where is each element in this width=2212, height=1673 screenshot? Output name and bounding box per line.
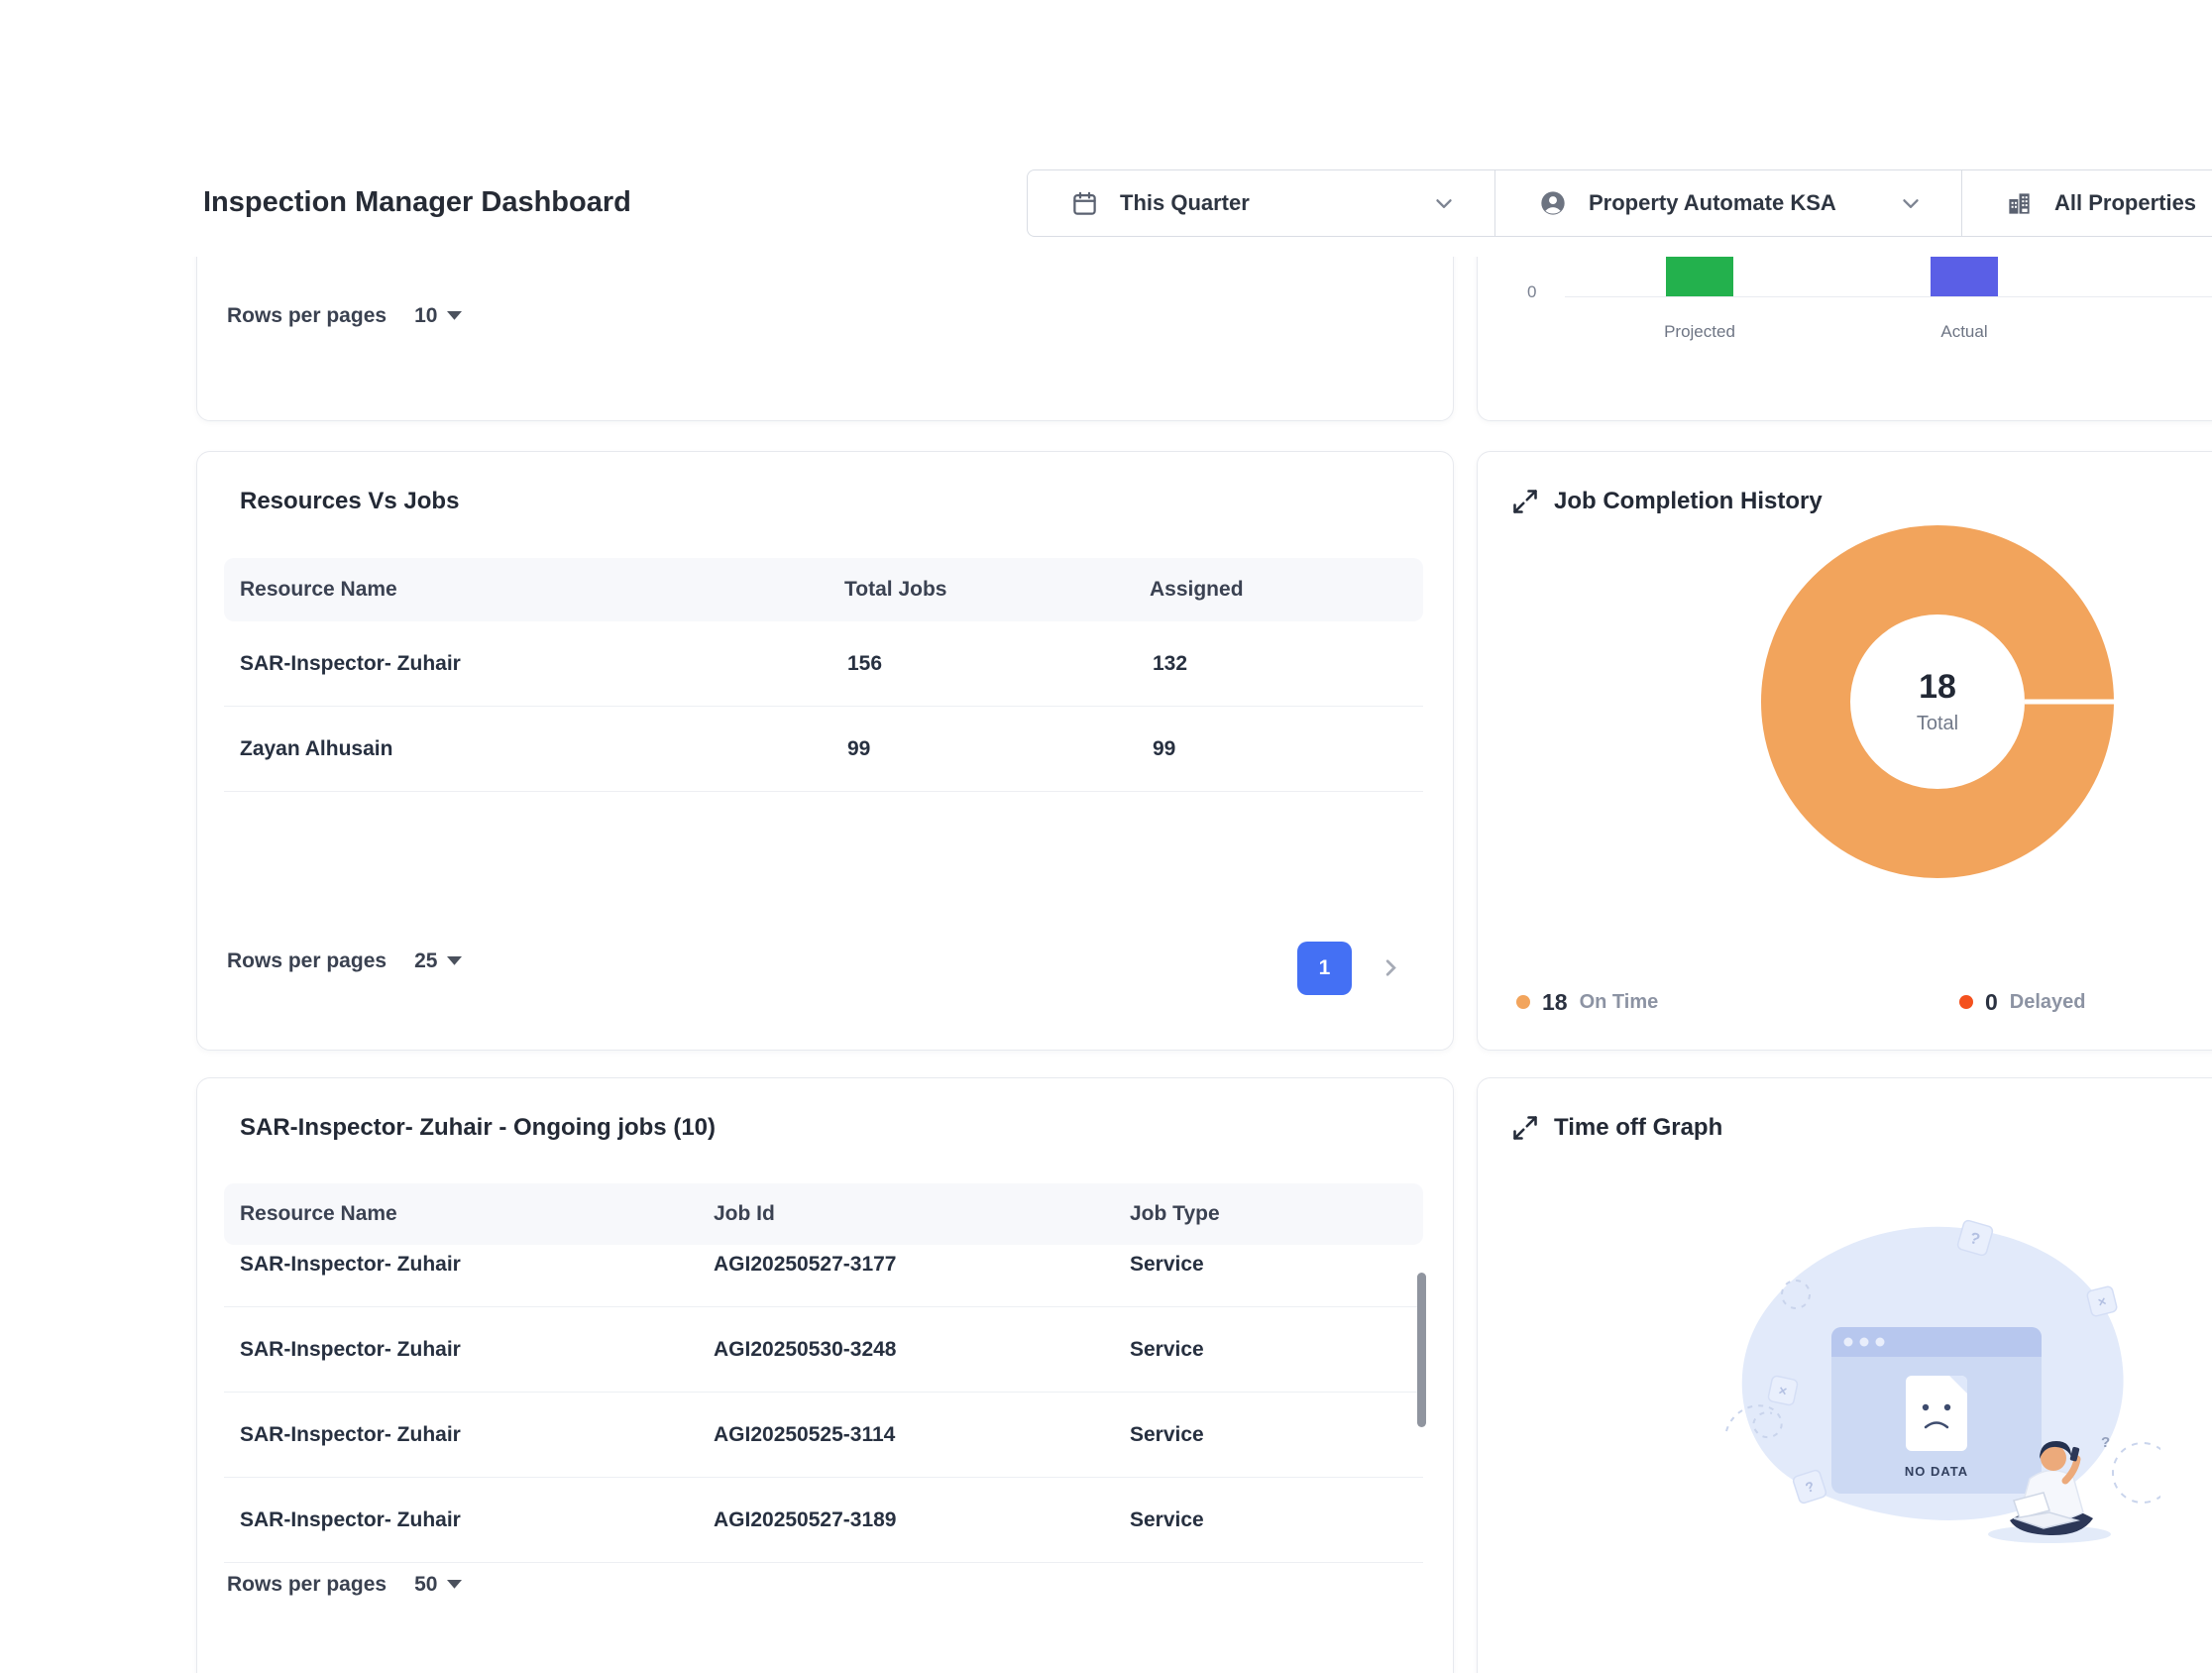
table-body-scrollarea[interactable]: SAR-Inspector- Zuhair AGI20250527-3177 S… (224, 1245, 1423, 1564)
chevron-down-icon (1431, 190, 1457, 216)
rows-per-page-value: 50 (414, 1573, 437, 1597)
expand-button[interactable] (1510, 1114, 1540, 1144)
legend-label: Delayed (2010, 991, 2086, 1014)
page-title: Inspection Manager Dashboard (203, 186, 631, 219)
card-title: Job Completion History (1554, 488, 1823, 515)
y-axis-zero-tick: 0 (1527, 282, 1536, 302)
rows-per-page-selector[interactable]: Rows per pages 50 (227, 1573, 462, 1597)
cell-total-jobs: 99 (847, 707, 870, 792)
caret-down-icon (447, 1580, 462, 1590)
cell-job-id: AGI20250527-3189 (714, 1478, 896, 1563)
building-icon (2006, 190, 2033, 217)
table-row: SAR-Inspector- Zuhair AGI20250525-3114 S… (224, 1393, 1423, 1478)
filter-company-dropdown[interactable]: Property Automate KSA (1494, 169, 1962, 237)
cell-job-type: Service (1130, 1478, 1204, 1563)
page-1-button[interactable]: 1 (1297, 942, 1352, 995)
cell-job-type: Service (1130, 1393, 1204, 1478)
no-data-illustration: ? × × ? NO DATA ? (1701, 1183, 2160, 1548)
filter-period-label: This Quarter (1120, 190, 1250, 216)
legend-on-time: 18 On Time (1516, 985, 1658, 1019)
col-total-jobs: Total Jobs (844, 558, 946, 621)
top-header: Inspection Manager Dashboard This Quarte… (0, 0, 2212, 257)
resources-vs-jobs-card: Resources Vs Jobs Resource Name Total Jo… (196, 451, 1454, 1051)
table-row: SAR-Inspector- Zuhair 156 132 (224, 621, 1423, 707)
rows-per-page-selector[interactable]: Rows per pages 10 (227, 304, 462, 328)
account-icon (1539, 189, 1567, 217)
legend-dot-on-time (1516, 995, 1530, 1009)
card-title: Time off Graph (1554, 1114, 1722, 1142)
legend-delayed: 0 Delayed (1959, 985, 2086, 1019)
rows-per-page-value: 10 (414, 304, 437, 328)
x-axis-line (1565, 296, 2212, 297)
no-data-text: NO DATA (1905, 1464, 1968, 1479)
card-title: SAR-Inspector- Zuhair - Ongoing jobs (10… (240, 1114, 716, 1142)
bar-label-projected: Projected (1630, 322, 1769, 342)
col-resource-name: Resource Name (240, 1183, 397, 1245)
legend-dot-delayed (1959, 995, 1973, 1009)
cell-resource-name: SAR-Inspector- Zuhair (240, 621, 461, 707)
cell-job-type: Service (1130, 1307, 1204, 1393)
legend-label: On Time (1580, 991, 1659, 1014)
bar-label-actual: Actual (1895, 322, 2034, 342)
expand-icon (1511, 488, 1539, 515)
col-job-id: Job Id (714, 1183, 775, 1245)
cell-job-id: AGI20250527-3177 (714, 1245, 896, 1307)
table-header: Resource Name Job Id Job Type (224, 1183, 1423, 1245)
filter-company-label: Property Automate KSA (1589, 190, 1836, 216)
cell-resource-name: SAR-Inspector- Zuhair (240, 1307, 461, 1393)
legend-value: 0 (1985, 989, 1998, 1016)
cell-assigned: 132 (1153, 621, 1187, 707)
cell-resource-name: Zayan Alhusain (240, 707, 392, 792)
col-assigned: Assigned (1150, 558, 1244, 621)
calendar-icon (1071, 190, 1098, 217)
rows-per-page-value: 25 (414, 949, 437, 973)
table-row: SAR-Inspector- Zuhair AGI20250527-3177 S… (224, 1245, 1423, 1307)
next-page-icon[interactable] (1378, 954, 1404, 981)
table-row: Zayan Alhusain 99 99 (224, 707, 1423, 792)
cell-resource-name: SAR-Inspector- Zuhair (240, 1393, 461, 1478)
expand-button[interactable] (1510, 488, 1540, 517)
card-title: Resources Vs Jobs (240, 488, 459, 515)
caret-down-icon (447, 311, 462, 321)
expand-icon (1511, 1114, 1539, 1142)
table-row: SAR-Inspector- Zuhair AGI20250530-3248 S… (224, 1307, 1423, 1393)
table-header: Resource Name Total Jobs Assigned (224, 558, 1423, 621)
cell-assigned: 99 (1153, 707, 1175, 792)
donut-chart: 18 Total (1761, 525, 2114, 878)
caret-down-icon (447, 956, 462, 966)
donut-total-label: Total (1917, 713, 1958, 735)
table-row: SAR-Inspector- Zuhair AGI20250527-3189 S… (224, 1478, 1423, 1563)
col-resource-name: Resource Name (240, 558, 397, 621)
legend-value: 18 (1542, 989, 1568, 1016)
cell-job-id: AGI20250525-3114 (714, 1393, 895, 1478)
job-completion-card: Job Completion History 18 Total 18 On Ti… (1477, 451, 2212, 1051)
rows-per-page-label: Rows per pages (227, 949, 387, 973)
filter-properties-dropdown[interactable]: All Properties (1961, 169, 2212, 237)
col-job-type: Job Type (1130, 1183, 1220, 1245)
donut-total-value: 18 (1919, 668, 1956, 707)
cell-job-id: AGI20250530-3248 (714, 1307, 896, 1393)
rows-per-page-selector[interactable]: Rows per pages 25 (227, 949, 462, 973)
filter-period-dropdown[interactable]: This Quarter (1027, 169, 1495, 237)
cell-job-type: Service (1130, 1245, 1204, 1307)
rows-per-page-label: Rows per pages (227, 304, 387, 328)
cell-total-jobs: 156 (847, 621, 882, 707)
table-body: SAR-Inspector- Zuhair 156 132 Zayan Alhu… (224, 621, 1423, 792)
time-off-card: Time off Graph ? × × ? (1477, 1077, 2212, 1673)
vertical-scrollbar[interactable] (1417, 1273, 1426, 1427)
filter-properties-label: All Properties (2054, 190, 2196, 216)
svg-text:?: ? (2101, 1434, 2110, 1451)
dashboard-window: Rows per pages 10 0 Projected Actual Res… (0, 0, 2212, 1673)
header-filters: This Quarter Property Automate KSA (1027, 169, 2212, 237)
cell-resource-name: SAR-Inspector- Zuhair (240, 1245, 461, 1307)
ongoing-jobs-card: SAR-Inspector- Zuhair - Ongoing jobs (10… (196, 1077, 1454, 1673)
rows-per-page-label: Rows per pages (227, 1573, 387, 1597)
cell-resource-name: SAR-Inspector- Zuhair (240, 1478, 461, 1563)
donut-center: 18 Total (1761, 525, 2114, 878)
chevron-down-icon (1898, 190, 1924, 216)
